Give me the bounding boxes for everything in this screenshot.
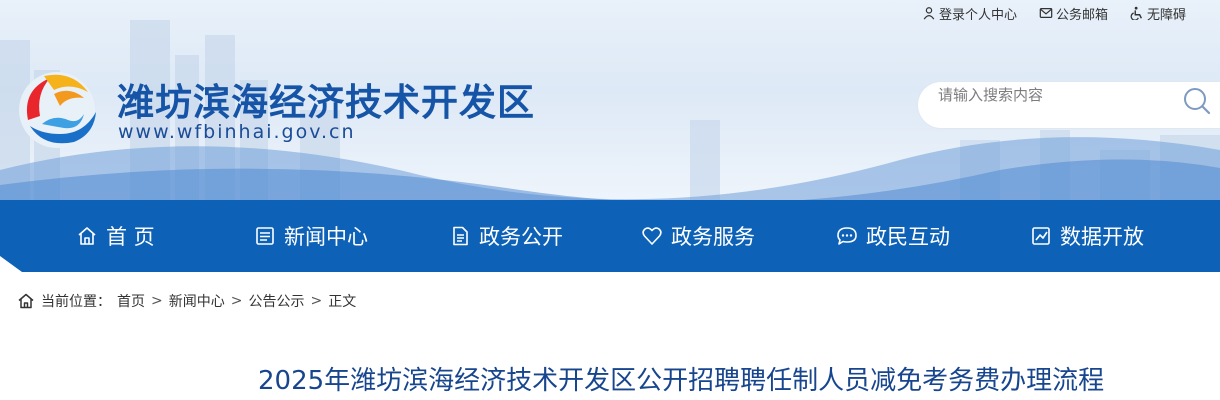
home-icon — [18, 293, 34, 309]
login-personal-center-label: 登录个人中心 — [938, 7, 1017, 23]
site-header: 登录个人中心 公务邮箱 无障碍 潍坊滨海经济技术开发区 www.wfbinhai… — [0, 0, 1220, 200]
breadcrumb: 当前位置： 首页 > 新闻中心 > 公告公示 > 正文 — [17, 290, 356, 312]
nav-item-government-affairs-open-label: 政务公开 — [479, 225, 563, 249]
nav-item-home-label: 首 页 — [106, 225, 155, 249]
breadcrumb-separator: > — [230, 293, 243, 309]
official-mailbox-label: 公务邮箱 — [1055, 7, 1108, 23]
breadcrumb-separator: > — [151, 293, 163, 309]
nav-item-data-open-label: 数据开放 — [1060, 225, 1144, 249]
home-icon — [78, 227, 96, 245]
search-icon[interactable] — [1182, 86, 1212, 116]
main-nav: 首 页 新闻中心 政务公开 政务服务 政民互动 数据开放 — [0, 200, 1220, 272]
nav-item-data-open[interactable]: 数据开放 — [1030, 200, 1144, 272]
breadcrumb-body-text: 正文 — [328, 294, 357, 310]
chart-icon — [1032, 227, 1050, 245]
chat-icon — [837, 227, 857, 245]
top-utility-links: 登录个人中心 公务邮箱 无障碍 — [922, 3, 1186, 23]
search-box — [918, 82, 1220, 128]
nav-item-government-services[interactable]: 政务服务 — [641, 200, 755, 272]
breadcrumb-prefix: 当前位置： — [41, 294, 111, 310]
site-logo[interactable] — [14, 68, 100, 152]
nav-corner-decoration — [0, 256, 22, 272]
nav-item-home[interactable]: 首 页 — [76, 200, 155, 272]
document-icon — [453, 226, 468, 246]
heart-icon — [642, 227, 662, 245]
nav-item-news-center[interactable]: 新闻中心 — [254, 200, 368, 272]
official-mailbox-link[interactable]: 公务邮箱 — [1039, 4, 1108, 23]
nav-item-public-interaction-label: 政民互动 — [866, 225, 950, 249]
user-icon — [923, 7, 935, 20]
nav-item-public-interaction[interactable]: 政民互动 — [836, 200, 950, 272]
article-title: 2025年潍坊滨海经济技术开发区公开招聘聘任制人员减免考务费办理流程 — [258, 366, 1105, 396]
breadcrumb-announcements[interactable]: 公告公示 — [248, 291, 304, 311]
breadcrumb-home[interactable]: 首页 — [117, 291, 145, 311]
login-personal-center-link[interactable]: 登录个人中心 — [922, 4, 1017, 23]
breadcrumb-separator: > — [310, 293, 323, 309]
mail-icon — [1039, 8, 1053, 18]
site-url: www.wfbinhai.gov.cn — [118, 121, 356, 143]
nav-item-news-center-label: 新闻中心 — [284, 225, 368, 249]
accessibility-link[interactable]: 无障碍 — [1130, 4, 1186, 23]
nav-item-government-affairs-open[interactable]: 政务公开 — [449, 200, 563, 272]
news-icon — [256, 227, 274, 245]
accessibility-icon — [1130, 6, 1142, 20]
site-title: 潍坊滨海经济技术开发区 — [117, 81, 535, 124]
search-input[interactable] — [938, 82, 1168, 108]
breadcrumb-news-center[interactable]: 新闻中心 — [169, 291, 225, 311]
nav-item-government-services-label: 政务服务 — [671, 225, 755, 249]
accessibility-label: 无障碍 — [1146, 7, 1186, 23]
